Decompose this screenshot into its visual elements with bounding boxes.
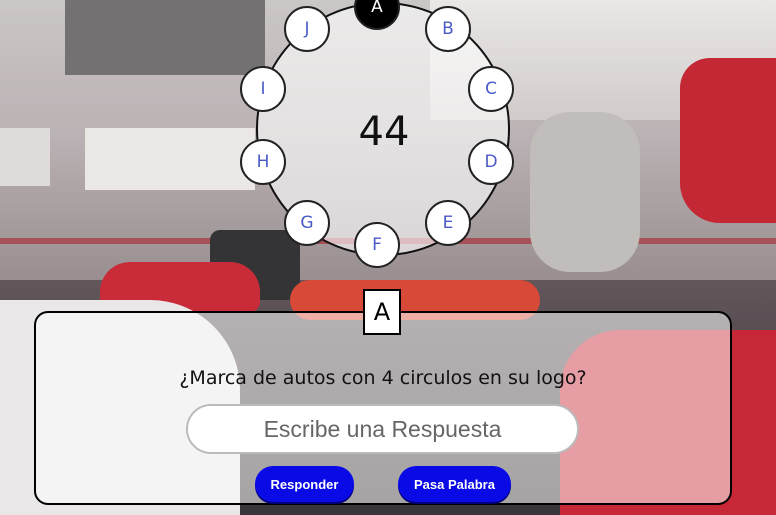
pass-word-button[interactable]: Pasa Palabra <box>398 466 511 502</box>
letter-b[interactable]: B <box>425 6 471 52</box>
respond-button[interactable]: Responder <box>255 466 354 502</box>
letter-j[interactable]: J <box>284 6 330 52</box>
question-text: ¿Marca de autos con 4 circulos en su log… <box>179 367 587 389</box>
countdown-timer: 44 <box>358 109 410 155</box>
letter-i[interactable]: I <box>240 66 286 112</box>
letter-f[interactable]: F <box>354 222 400 268</box>
letter-h[interactable]: H <box>240 139 286 185</box>
letter-c[interactable]: C <box>468 66 514 112</box>
answer-input[interactable] <box>186 404 579 454</box>
letter-e[interactable]: E <box>425 200 471 246</box>
letter-g[interactable]: G <box>284 200 330 246</box>
current-letter-badge: A <box>363 289 401 335</box>
letter-d[interactable]: D <box>468 139 514 185</box>
